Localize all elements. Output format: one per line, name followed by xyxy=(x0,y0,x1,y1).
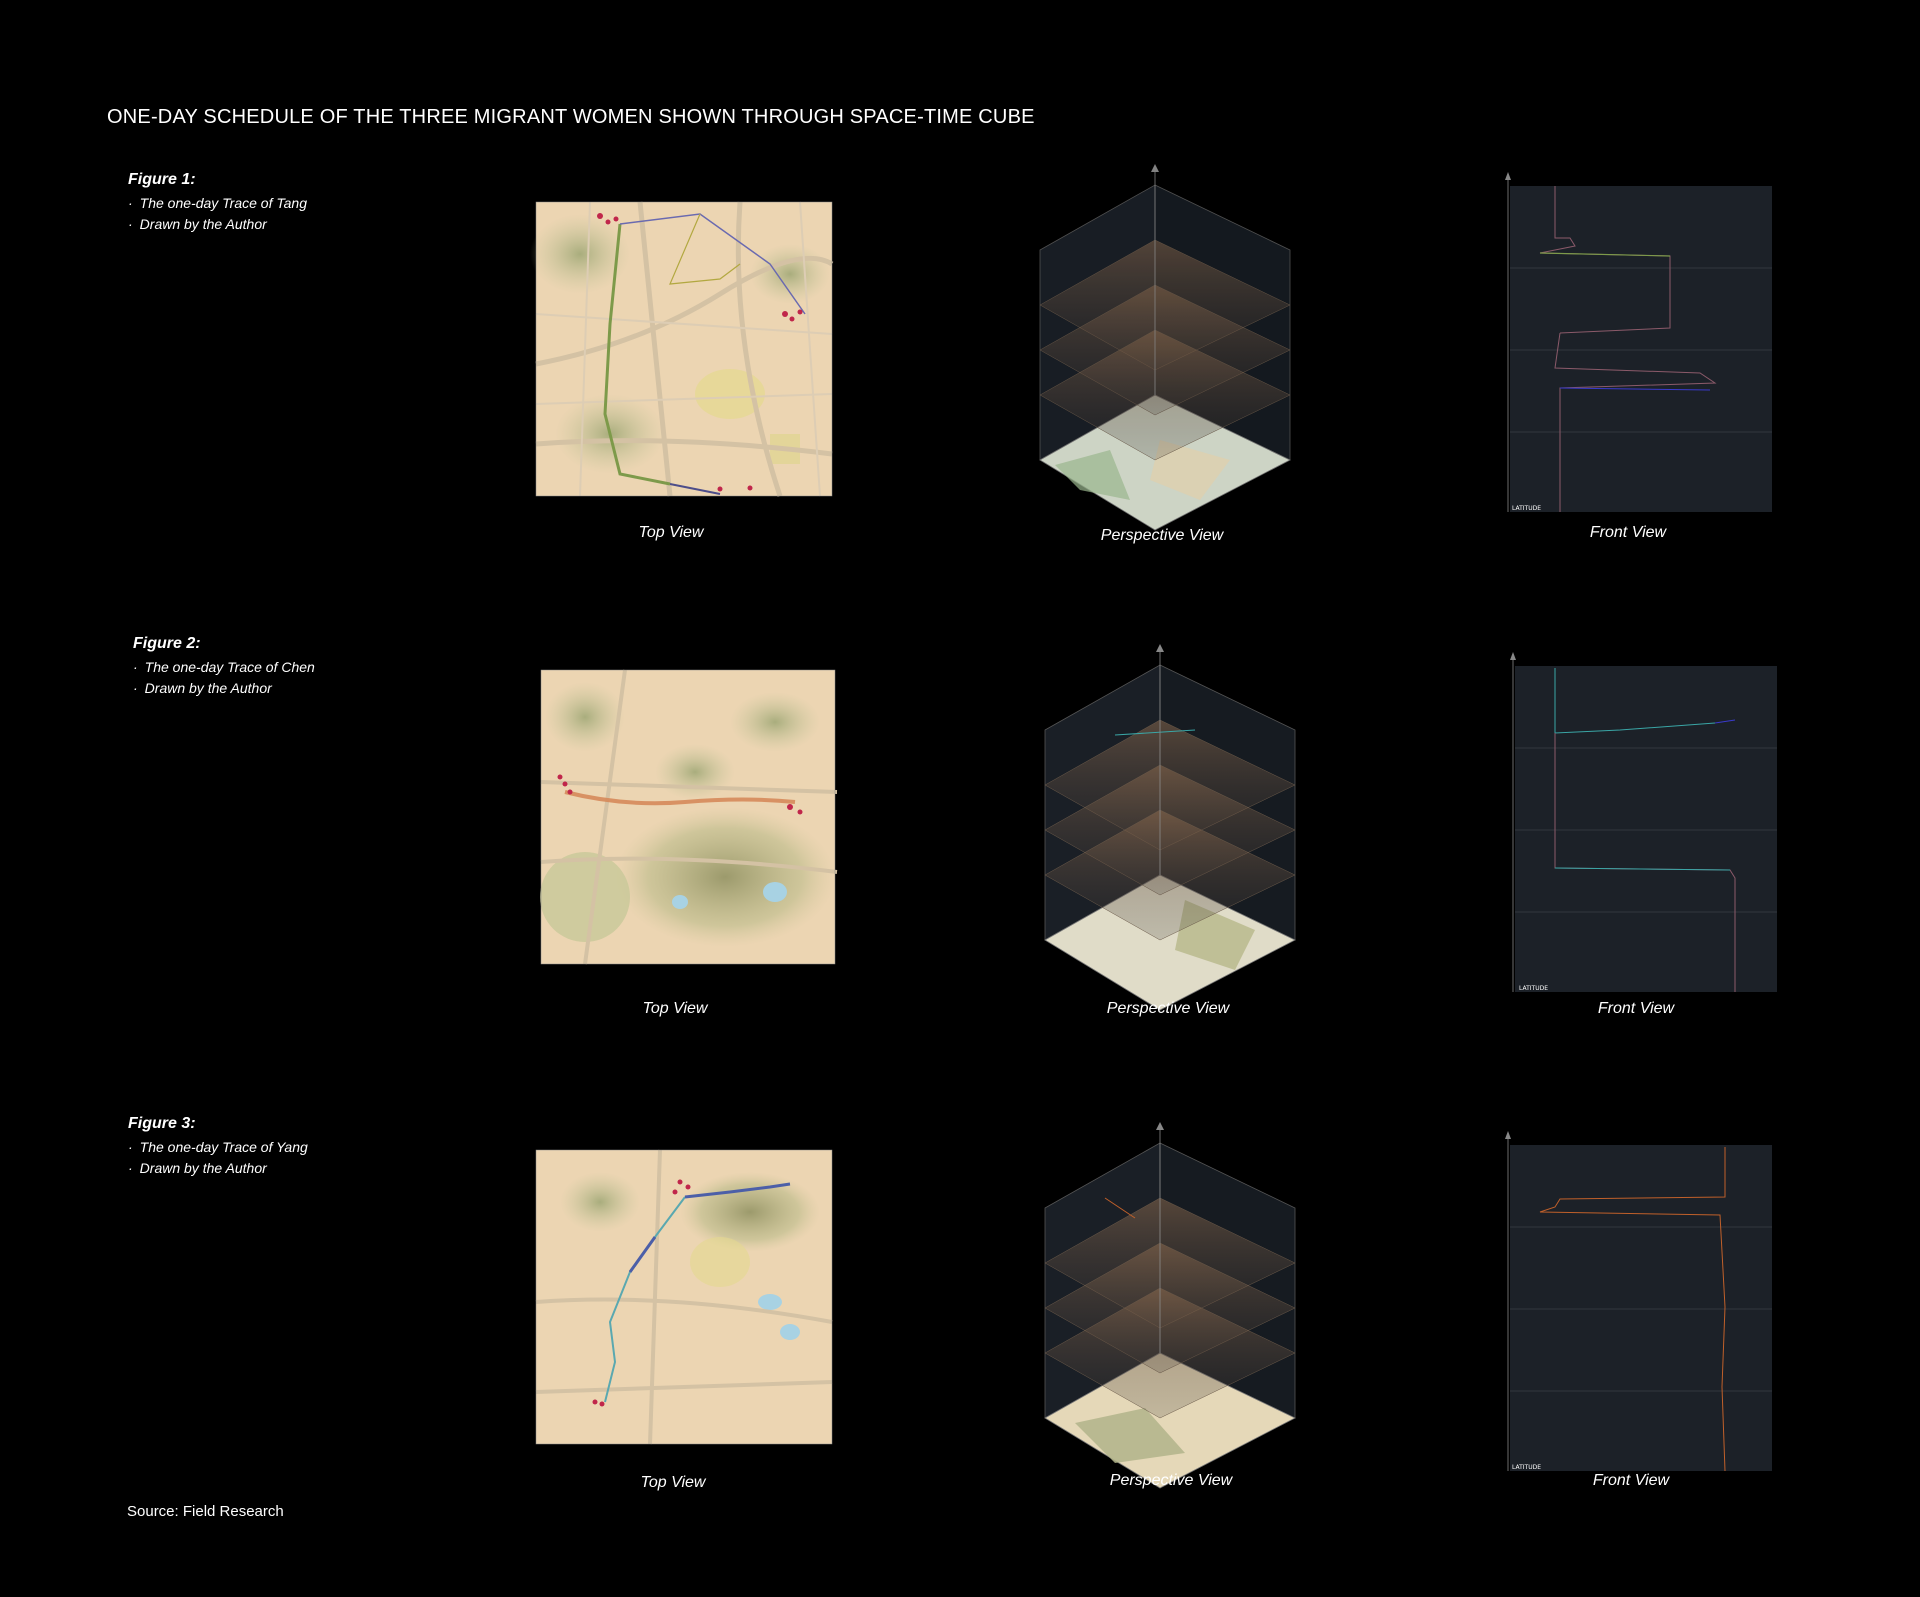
figure-1-caption: Figure 1: · The one-day Trace of Tang · Dr… xyxy=(128,171,307,235)
figure-3-front-view: LATITUDE xyxy=(1500,1127,1780,1477)
figure-3-caption: Figure 3: · The one-day Trace of Yang · Dr… xyxy=(128,1115,308,1179)
figure-3-front-axis-label: LATITUDE xyxy=(1512,1464,1541,1471)
figure-2-perspective-view-label: Perspective View xyxy=(1106,1000,1230,1017)
figure-3-credit: · Drawn by the Author xyxy=(128,1160,267,1176)
source-note: Source: Field Research xyxy=(127,1503,284,1520)
figure-1-front-axis-label: LATITUDE xyxy=(1512,505,1541,512)
figure-3-trace-text: The one-day Trace of Yang xyxy=(139,1139,308,1155)
figure-3-credit-text: Drawn by the Author xyxy=(139,1160,267,1176)
figure-2-credit-text: Drawn by the Author xyxy=(144,680,272,696)
figure-3-title: Figure 3: xyxy=(128,1115,196,1132)
figure-3-top-view xyxy=(520,1142,834,1446)
figure-1-perspective-view xyxy=(1010,160,1310,540)
figure-2-trace-text: The one-day Trace of Chen xyxy=(144,659,315,675)
figure-1-credit-text: Drawn by the Author xyxy=(139,216,267,232)
figure-3-subtitle: · The one-day Trace of Yang xyxy=(128,1139,308,1155)
figure-2-credit: · Drawn by the Author xyxy=(133,680,272,696)
figure-3-perspective-view xyxy=(1015,1118,1315,1498)
figure-2-front-view: LATITUDE xyxy=(1505,648,1785,998)
figure-2-perspective-view xyxy=(1015,640,1315,1020)
figure-3-top-view-label: Top View xyxy=(640,1474,706,1491)
figure-1-credit: · Drawn by the Author xyxy=(128,216,267,232)
figure-1-top-view xyxy=(520,194,834,498)
figure-1-front-view: LATITUDE xyxy=(1500,168,1780,518)
figure-1-front-view-label: Front View xyxy=(1589,524,1667,541)
figure-3-front-view-label: Front View xyxy=(1592,1472,1670,1489)
figure-2-caption: Figure 2: · The one-day Trace of Chen · Dr… xyxy=(133,635,315,699)
figure-2-top-view-label: Top View xyxy=(642,1000,708,1017)
figure-2-subtitle: · The one-day Trace of Chen xyxy=(133,659,315,675)
figure-2-front-axis-label: LATITUDE xyxy=(1519,985,1548,992)
figure-1-perspective-view-label: Perspective View xyxy=(1100,527,1224,544)
figure-1-trace-text: The one-day Trace of Tang xyxy=(139,195,307,211)
figure-3-perspective-view-label: Perspective View xyxy=(1109,1472,1233,1489)
figure-1-subtitle: · The one-day Trace of Tang xyxy=(128,195,307,211)
page-title: ONE-DAY SCHEDULE OF THE THREE MIGRANT WO… xyxy=(107,106,1035,128)
figure-2-front-view-label: Front View xyxy=(1597,1000,1675,1017)
figure-2-title: Figure 2: xyxy=(133,635,201,652)
figure-2-top-view xyxy=(525,662,839,966)
figure-1-title: Figure 1: xyxy=(128,171,196,188)
figure-1-top-view-label: Top View xyxy=(638,524,704,541)
